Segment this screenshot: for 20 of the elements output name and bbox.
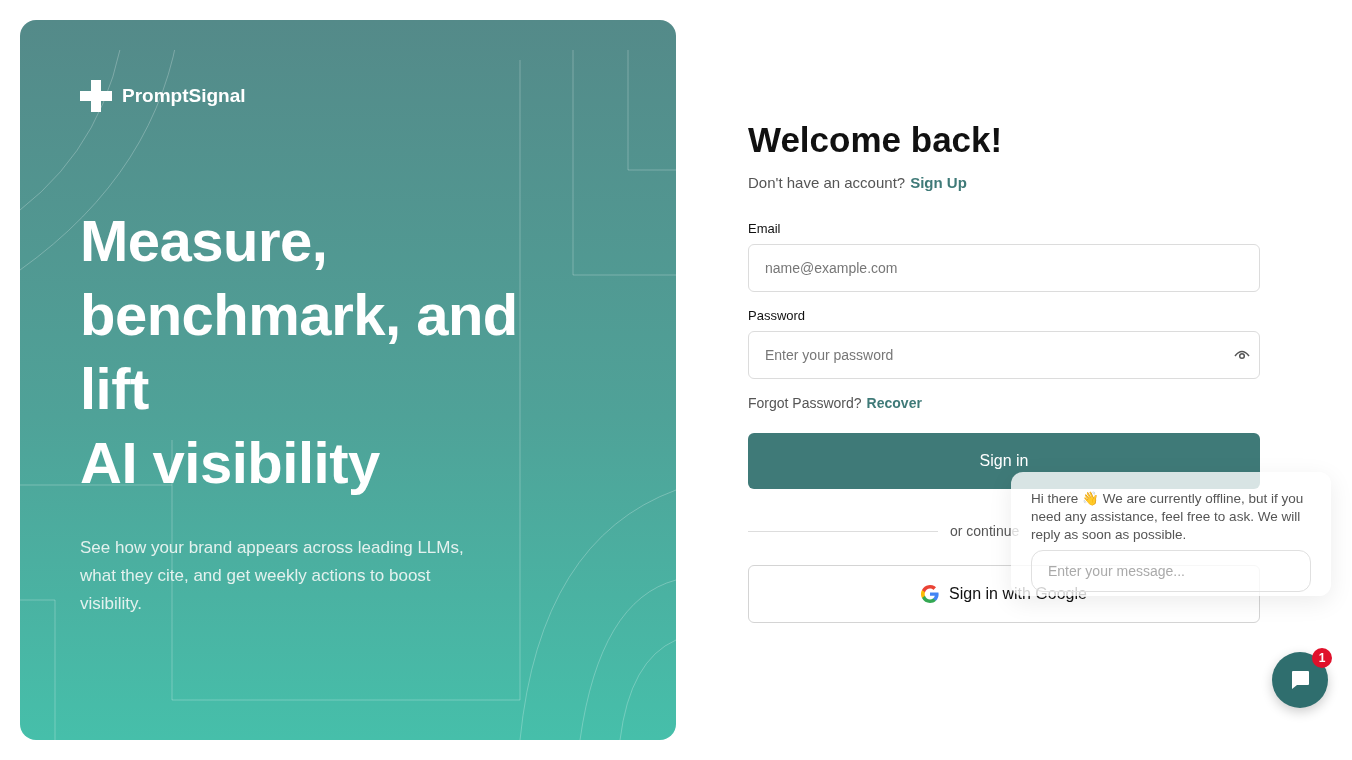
eye-icon[interactable] bbox=[1234, 349, 1250, 361]
google-icon bbox=[921, 585, 940, 603]
brand-name: PromptSignal bbox=[122, 85, 246, 107]
chat-button[interactable] bbox=[1272, 652, 1328, 708]
chat-bubble-icon bbox=[1289, 669, 1311, 691]
recover-link[interactable]: Recover bbox=[866, 395, 922, 411]
welcome-title: Welcome back! bbox=[748, 120, 1004, 160]
logo-icon bbox=[80, 80, 112, 112]
chat-message: Hi there 👋 We are currently offline, but if you need any assistance, feel free to ask. We will reply as soon as possible. bbox=[1031, 490, 1305, 544]
field-label: Email bbox=[748, 221, 782, 236]
notification-badge: 1 bbox=[1312, 648, 1332, 668]
password-field[interactable]: Enter your password bbox=[748, 331, 1260, 379]
email-field[interactable]: name@example.com bbox=[748, 244, 1260, 292]
headline: Measure, benchmark, and lift AI visibility bbox=[80, 207, 519, 497]
chat-message-field[interactable]: Enter your message... bbox=[1031, 550, 1311, 592]
hero-subtitle: See how your brand appears across leading LLMs, what they cite, and get weekly actions to boost visibility. bbox=[80, 537, 465, 615]
field-label: Password bbox=[748, 308, 807, 323]
signup-prompt: Don't have an account? bbox=[748, 174, 906, 191]
sign-up-link[interactable]: Sign Up bbox=[910, 174, 967, 191]
forgot-prompt: Forgot Password? bbox=[748, 395, 862, 411]
